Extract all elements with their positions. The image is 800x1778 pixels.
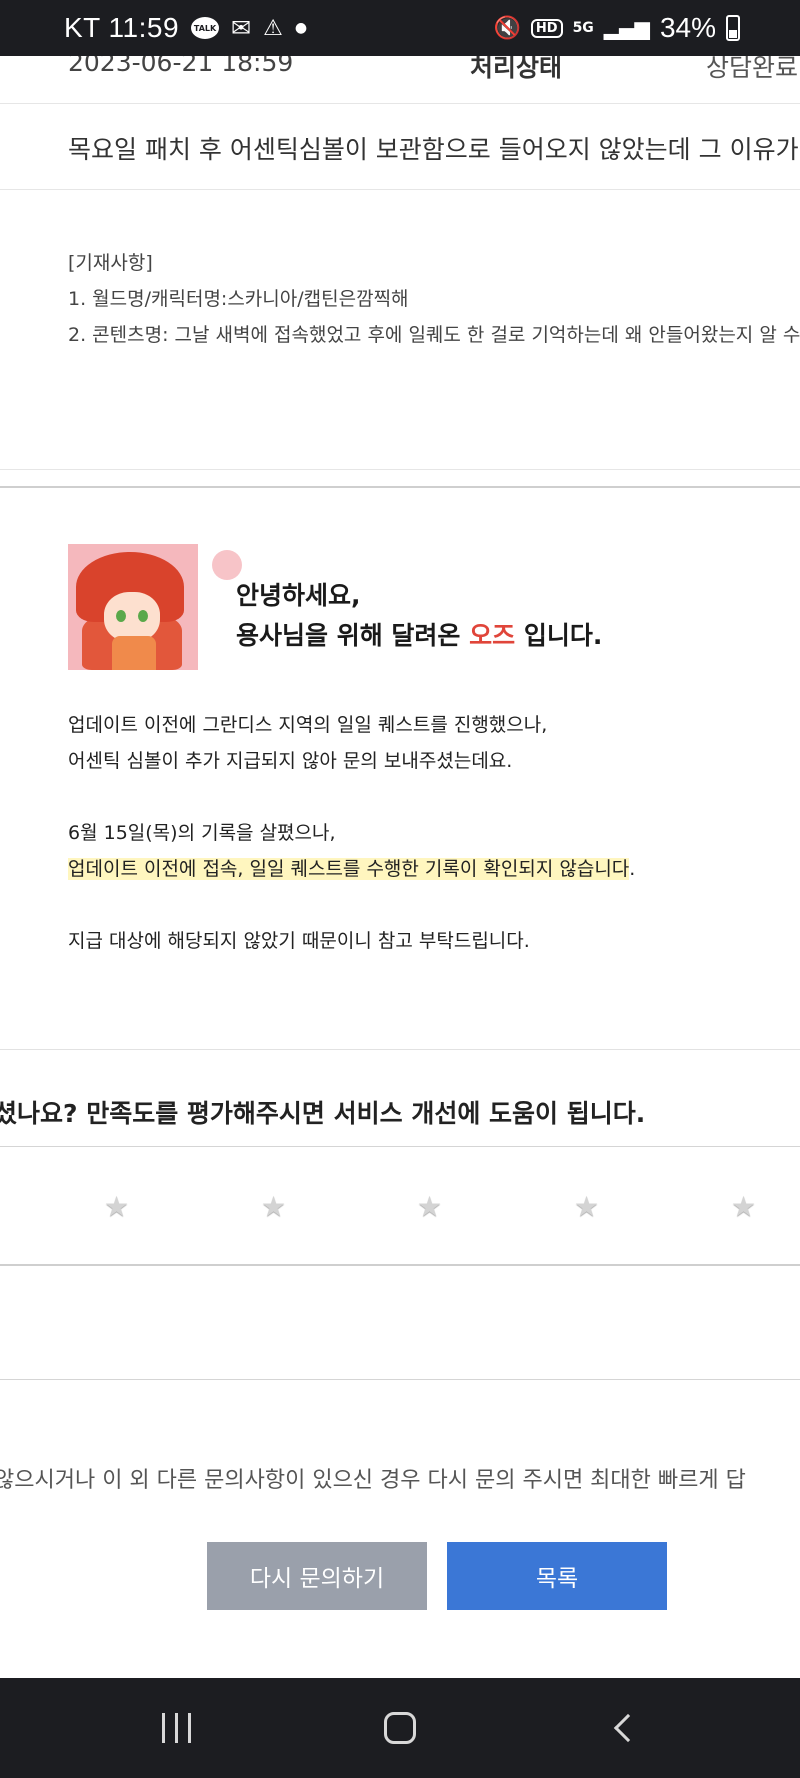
- signal-icon: ▂▄▆: [603, 16, 650, 40]
- answer-text: 6월 15일(목)의 기록을 살폈으나,: [68, 822, 336, 844]
- battery-icon: [726, 15, 740, 41]
- answer-text: 업데이트 이전에 그란디스 지역의 일일 퀘스트를 진행했으나,: [68, 714, 548, 736]
- status-bar: KT 11:59 TALK ✉ ⚠ ● 🔇 HD 5G ▂▄▆ 34%: [0, 0, 800, 56]
- list-button[interactable]: 목록: [447, 1542, 667, 1610]
- recent-apps-icon: [161, 1713, 191, 1743]
- star-icon[interactable]: ★: [731, 1190, 756, 1223]
- star-rating[interactable]: ★ ★ ★ ★ ★: [0, 1150, 800, 1264]
- mute-icon: 🔇: [493, 15, 521, 41]
- answer-text: 지급 대상에 해당되지 않았기 때문이니 참고 부탁드립니다.: [68, 930, 530, 952]
- home-icon: [384, 1712, 416, 1744]
- kakaotalk-icon: TALK: [191, 17, 220, 39]
- star-icon[interactable]: ★: [104, 1190, 129, 1223]
- inquiry-body-header: [기재사항]: [68, 252, 153, 274]
- inquiry-body: [기재사항] 1. 월드명/캐릭터명:스카니아/캡틴은깜찍해 2. 콘텐츠명: …: [0, 190, 800, 470]
- answer-text: 어센틱 심볼이 추가 지급되지 않아 문의 보내주셨는데요.: [68, 750, 513, 772]
- back-icon: [613, 1713, 643, 1743]
- rating-prompt: 셨나요? 만족도를 평가해주시면 서비스 개선에 도움이 됩니다.: [0, 1099, 646, 1128]
- back-button[interactable]: [594, 1708, 654, 1748]
- inquiry-body-line: 2. 콘텐츠명: 그날 새벽에 접속했었고 후에 일퀘도 한 걸로 기억하는데 …: [68, 324, 800, 346]
- hd-icon: HD: [530, 18, 563, 38]
- greeting-line: 안녕하세요,: [236, 581, 361, 610]
- inquiry-subject-row: 목요일 패치 후 어센틱심볼이 보관함으로 들어오지 않았는데 그 이유가 궁금: [0, 104, 800, 190]
- star-icon[interactable]: ★: [417, 1190, 442, 1223]
- notification-dot-icon: ●: [294, 20, 308, 36]
- mail-icon: ✉: [231, 14, 252, 42]
- agent-name: 오즈: [469, 621, 516, 650]
- answer-text: 업데이트 이전에 접속, 일일 퀘스트를 수행한 기록이 확인되지 않습니다.: [68, 858, 636, 880]
- rating-comment-area[interactable]: [0, 1266, 800, 1380]
- star-icon[interactable]: ★: [261, 1190, 286, 1223]
- clock: KT 11:59: [64, 12, 180, 43]
- greeting-line: 용사님을 위해 달려온 오즈 입니다.: [236, 621, 603, 650]
- network-5g-icon: 5G: [572, 20, 594, 36]
- greeting-banner: 안녕하세요, 용사님을 위해 달려온 오즈 입니다.: [68, 544, 618, 670]
- reinquiry-notice: 않으시거나 이 외 다른 문의사항이 있으신 경우 다시 문의 주시면 최대한 …: [0, 1468, 746, 1493]
- recent-apps-button[interactable]: [146, 1708, 206, 1748]
- divider: [0, 1146, 800, 1147]
- battery-percent: 34%: [659, 12, 716, 43]
- home-button[interactable]: [370, 1708, 430, 1748]
- system-nav-bar: [0, 1678, 800, 1778]
- answer-section: 안녕하세요, 용사님을 위해 달려온 오즈 입니다. 업데이트 이전에 그란디스…: [0, 488, 800, 1050]
- inquiry-subject: 목요일 패치 후 어센틱심볼이 보관함으로 들어오지 않았는데 그 이유가 궁금: [68, 135, 800, 164]
- highlighted-text: 업데이트 이전에 접속, 일일 퀘스트를 수행한 기록이 확인되지 않습니다: [68, 858, 630, 880]
- inquiry-body-line: 1. 월드명/캐릭터명:스카니아/캡틴은깜찍해: [68, 288, 409, 310]
- star-icon[interactable]: ★: [574, 1190, 599, 1223]
- warning-icon: ⚠: [263, 15, 283, 41]
- reinquire-button[interactable]: 다시 문의하기: [207, 1542, 427, 1610]
